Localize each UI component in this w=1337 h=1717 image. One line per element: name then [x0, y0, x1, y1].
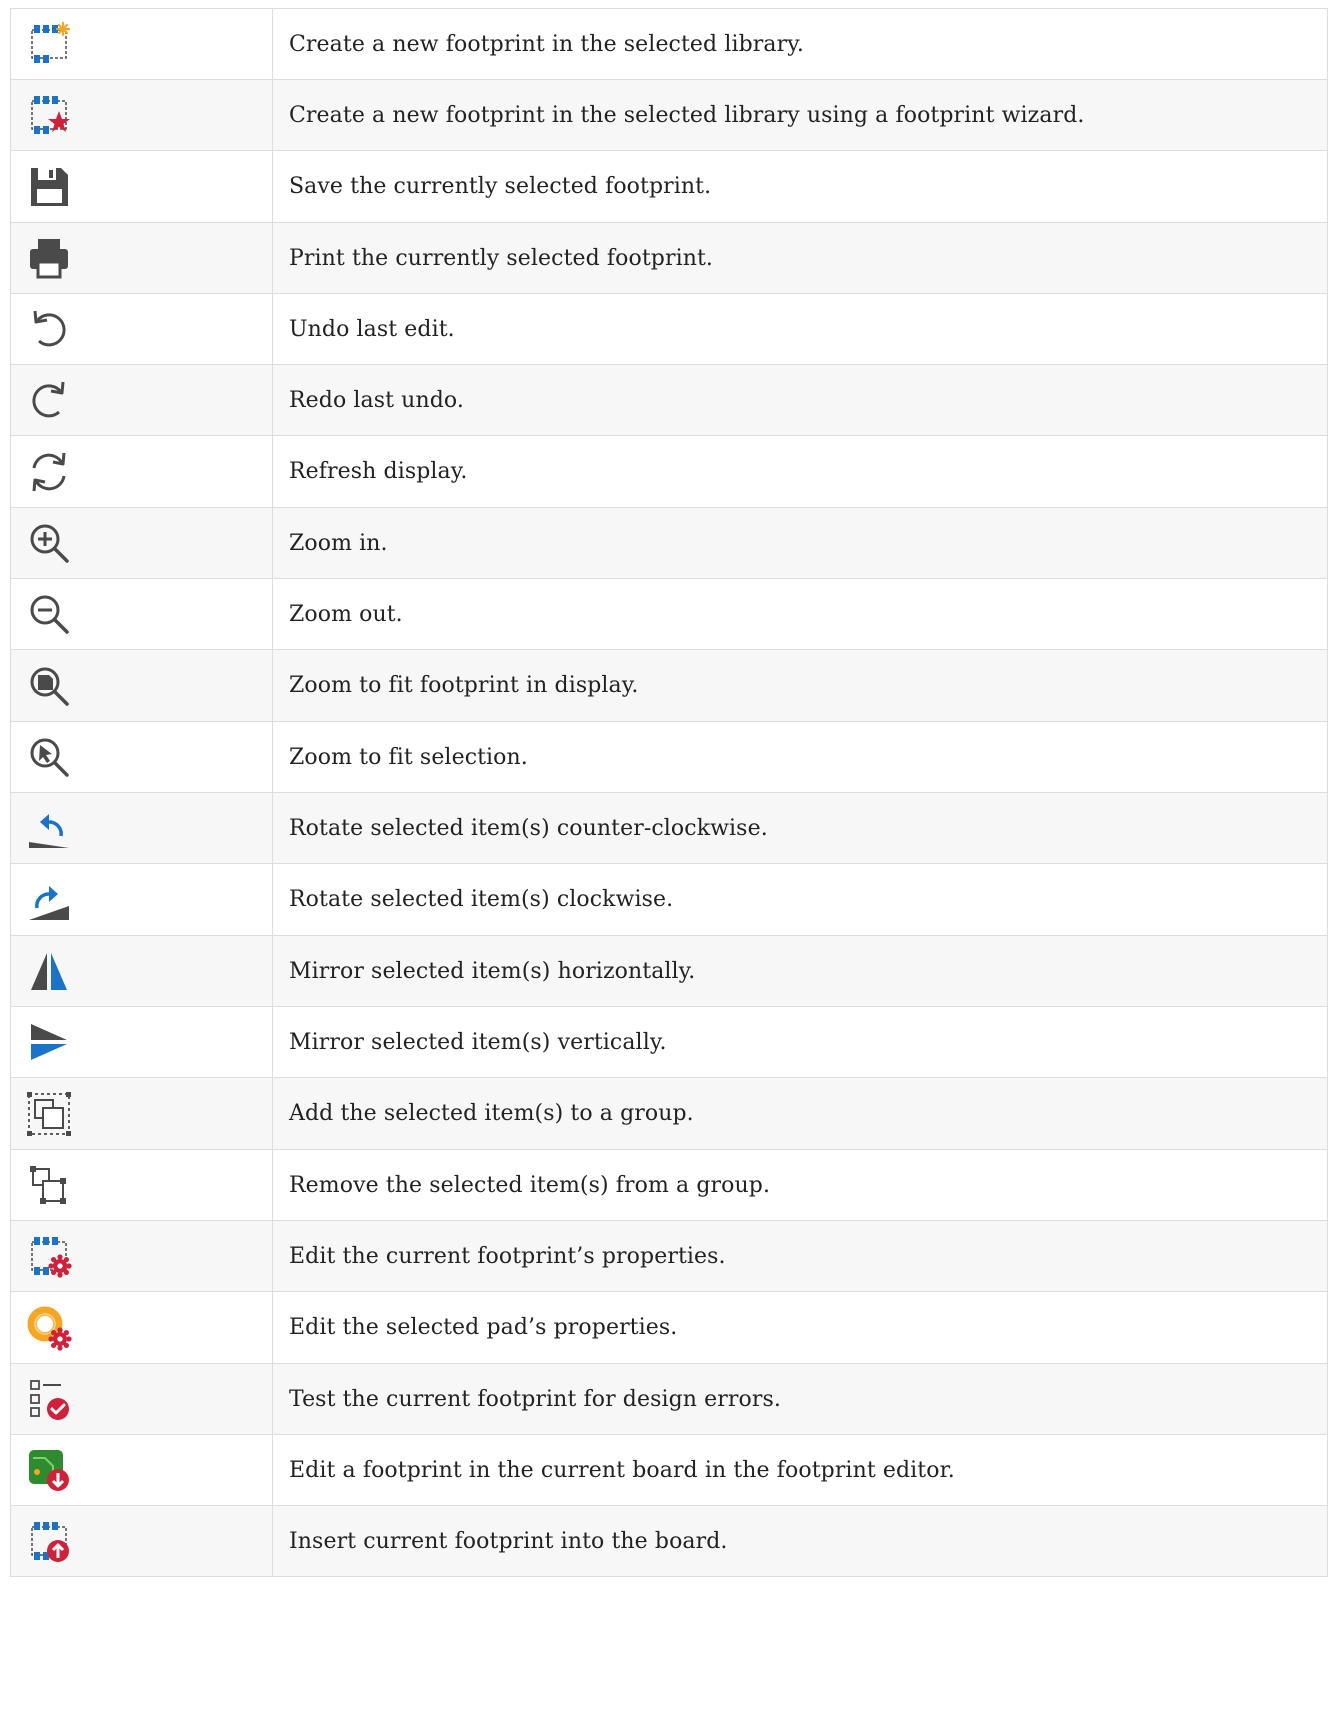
description-cell: Zoom out. — [272, 578, 1328, 650]
new-footprint-icon — [25, 20, 73, 68]
description-cell: Edit a footprint in the current board in… — [272, 1434, 1328, 1506]
mirror-vertical-icon — [25, 1018, 73, 1066]
icon-cell — [10, 1505, 273, 1577]
table-row: Print the currently selected footprint. — [10, 222, 1328, 294]
description-cell: Zoom to fit footprint in display. — [272, 649, 1328, 722]
icon-cell — [10, 1006, 273, 1078]
redo-icon — [25, 376, 73, 424]
icon-cell — [10, 1363, 273, 1435]
table-row: Edit a footprint in the current board in… — [10, 1434, 1328, 1506]
icon-cell — [10, 507, 273, 579]
description-cell: Print the currently selected footprint. — [272, 222, 1328, 294]
zoom-selection-icon — [25, 733, 73, 781]
pad-properties-icon — [25, 1304, 73, 1352]
icon-cell — [10, 792, 273, 864]
table-row: Create a new footprint in the selected l… — [10, 8, 1328, 80]
icon-cell — [10, 721, 273, 793]
description-cell: Edit the selected pad’s properties. — [272, 1291, 1328, 1364]
description-cell: Insert current footprint into the board. — [272, 1505, 1328, 1577]
icon-cell — [10, 578, 273, 650]
icon-cell — [10, 1220, 273, 1292]
print-icon — [25, 234, 73, 282]
toolbar-reference-table: Create a new footprint in the selected l… — [10, 8, 1328, 1577]
table-row: Add the selected item(s) to a group. — [10, 1077, 1328, 1150]
description-cell: Create a new footprint in the selected l… — [272, 8, 1328, 80]
icon-cell — [10, 1434, 273, 1506]
zoom-fit-icon — [25, 662, 73, 710]
table-row: Mirror selected item(s) vertically. — [10, 1006, 1328, 1078]
mirror-horizontal-icon — [25, 947, 73, 995]
table-row: Zoom in. — [10, 507, 1328, 579]
table-row: Rotate selected item(s) counter-clockwis… — [10, 792, 1328, 864]
table-row: Create a new footprint in the selected l… — [10, 79, 1328, 151]
description-cell: Mirror selected item(s) vertically. — [272, 1006, 1328, 1078]
insert-into-board-icon — [25, 1517, 73, 1565]
zoom-in-icon — [25, 519, 73, 567]
description-cell: Zoom to fit selection. — [272, 721, 1328, 793]
group-icon — [25, 1090, 73, 1138]
icon-cell — [10, 935, 273, 1007]
refresh-icon — [25, 448, 73, 496]
icon-cell — [10, 1291, 273, 1364]
footprint-properties-icon — [25, 1232, 73, 1280]
table-row: Undo last edit. — [10, 293, 1328, 365]
description-cell: Test the current footprint for design er… — [272, 1363, 1328, 1435]
footprint-checker-icon — [25, 1375, 73, 1423]
save-icon — [25, 163, 73, 211]
icon-cell — [10, 79, 273, 151]
description-cell: Undo last edit. — [272, 293, 1328, 365]
description-cell: Mirror selected item(s) horizontally. — [272, 935, 1328, 1007]
table-row: Save the currently selected footprint. — [10, 150, 1328, 223]
rotate-ccw-icon — [25, 804, 73, 852]
icon-cell — [10, 8, 273, 80]
table-row: Zoom to fit footprint in display. — [10, 649, 1328, 722]
description-cell: Zoom in. — [272, 507, 1328, 579]
table-row: Rotate selected item(s) clockwise. — [10, 863, 1328, 936]
description-cell: Redo last undo. — [272, 364, 1328, 436]
icon-cell — [10, 222, 273, 294]
table-row: Insert current footprint into the board. — [10, 1505, 1328, 1577]
icon-cell — [10, 1149, 273, 1221]
ungroup-icon — [25, 1161, 73, 1209]
undo-icon — [25, 305, 73, 353]
icon-cell — [10, 150, 273, 223]
table-row: Edit the selected pad’s properties. — [10, 1291, 1328, 1364]
description-cell: Rotate selected item(s) counter-clockwis… — [272, 792, 1328, 864]
table-row: Redo last undo. — [10, 364, 1328, 436]
table-row: Remove the selected item(s) from a group… — [10, 1149, 1328, 1221]
description-cell: Edit the current footprint’s properties. — [272, 1220, 1328, 1292]
table-row: Test the current footprint for design er… — [10, 1363, 1328, 1435]
description-cell: Refresh display. — [272, 435, 1328, 508]
icon-cell — [10, 649, 273, 722]
zoom-out-icon — [25, 590, 73, 638]
icon-cell — [10, 1077, 273, 1150]
load-from-board-icon — [25, 1446, 73, 1494]
icon-cell — [10, 435, 273, 508]
table-row: Zoom out. — [10, 578, 1328, 650]
icon-cell — [10, 863, 273, 936]
rotate-cw-icon — [25, 876, 73, 924]
description-cell: Save the currently selected footprint. — [272, 150, 1328, 223]
table-row: Zoom to fit selection. — [10, 721, 1328, 793]
icon-cell — [10, 293, 273, 365]
description-cell: Create a new footprint in the selected l… — [272, 79, 1328, 151]
footprint-wizard-icon — [25, 91, 73, 139]
description-cell: Add the selected item(s) to a group. — [272, 1077, 1328, 1150]
description-cell: Remove the selected item(s) from a group… — [272, 1149, 1328, 1221]
table-row: Mirror selected item(s) horizontally. — [10, 935, 1328, 1007]
table-row: Edit the current footprint’s properties. — [10, 1220, 1328, 1292]
icon-cell — [10, 364, 273, 436]
table-row: Refresh display. — [10, 435, 1328, 508]
description-cell: Rotate selected item(s) clockwise. — [272, 863, 1328, 936]
